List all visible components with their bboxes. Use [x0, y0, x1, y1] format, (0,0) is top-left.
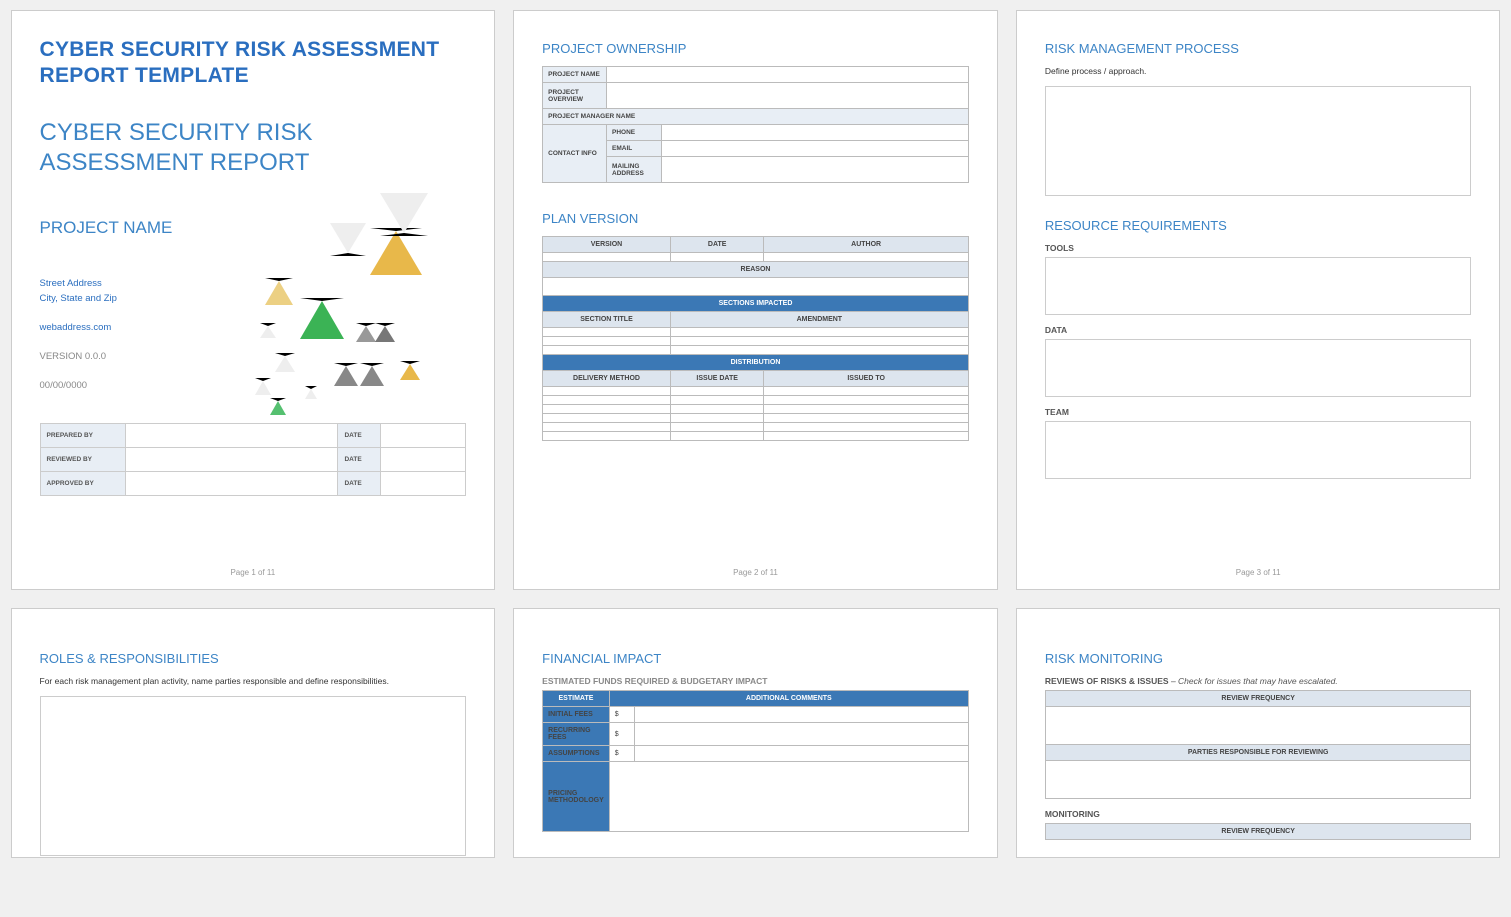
city-state-zip: City, State and Zip	[40, 291, 270, 306]
page-3: RISK MANAGEMENT PROCESS Define process /…	[1016, 10, 1501, 590]
plan-version-table: VERSION DATE AUTHOR REASON SECTIONS IMPA…	[542, 236, 969, 441]
roles-heading: ROLES & RESPONSIBILITIES	[40, 651, 467, 666]
template-title: CYBER SECURITY RISK ASSESSMENT REPORT TE…	[40, 37, 467, 90]
reviews-sub: REVIEWS OF RISKS & ISSUES – Check for is…	[1045, 676, 1472, 686]
prepared-by-label: PREPARED BY	[40, 424, 125, 448]
financial-heading: FINANCIAL IMPACT	[542, 651, 969, 666]
risk-management-body: Define process / approach.	[1045, 66, 1472, 76]
page-5: FINANCIAL IMPACT ESTIMATED FUNDS REQUIRE…	[513, 608, 998, 858]
ownership-table: PROJECT NAME PROJECT OVERVIEW PROJECT MA…	[542, 66, 969, 183]
triangle-art	[270, 218, 466, 394]
date-text: 00/00/0000	[40, 378, 270, 393]
tools-label: TOOLS	[1045, 243, 1472, 253]
roles-body: For each risk management plan activity, …	[40, 676, 467, 686]
page-6: RISK MONITORING REVIEWS OF RISKS & ISSUE…	[1016, 608, 1501, 858]
report-title: CYBER SECURITY RISK ASSESSMENT REPORT	[40, 118, 467, 178]
team-label: TEAM	[1045, 407, 1472, 417]
reviews-table: REVIEW FREQUENCY PARTIES RESPONSIBLE FOR…	[1045, 690, 1472, 799]
resource-requirements-heading: RESOURCE REQUIREMENTS	[1045, 218, 1472, 233]
reviewed-by-label: REVIEWED BY	[40, 448, 125, 472]
risk-management-heading: RISK MANAGEMENT PROCESS	[1045, 41, 1472, 56]
risk-process-box	[1045, 86, 1472, 196]
risk-monitoring-heading: RISK MONITORING	[1045, 651, 1472, 666]
project-name-heading: PROJECT NAME	[40, 218, 270, 238]
page-1: CYBER SECURITY RISK ASSESSMENT REPORT TE…	[11, 10, 496, 590]
page-footer: Page 1 of 11	[12, 568, 495, 577]
financial-sub: ESTIMATED FUNDS REQUIRED & BUDGETARY IMP…	[542, 676, 969, 686]
project-ownership-heading: PROJECT OWNERSHIP	[542, 41, 969, 56]
data-box	[1045, 339, 1472, 397]
financial-table: ESTIMATE ADDITIONAL COMMENTS INITIAL FEE…	[542, 690, 969, 832]
page-2: PROJECT OWNERSHIP PROJECT NAME PROJECT O…	[513, 10, 998, 590]
monitoring-table: REVIEW FREQUENCY	[1045, 823, 1472, 840]
date-label: DATE	[338, 424, 381, 448]
web-address: webaddress.com	[40, 320, 270, 335]
page-footer: Page 2 of 11	[514, 568, 997, 577]
approved-by-label: APPROVED BY	[40, 472, 125, 496]
data-label: DATA	[1045, 325, 1472, 335]
team-box	[1045, 421, 1472, 479]
signoff-table: PREPARED BY DATE REVIEWED BY DATE APPROV…	[40, 423, 467, 496]
monitoring-sub: MONITORING	[1045, 809, 1472, 819]
plan-version-heading: PLAN VERSION	[542, 211, 969, 226]
street-address: Street Address	[40, 276, 270, 291]
page-footer: Page 3 of 11	[1017, 568, 1500, 577]
tools-box	[1045, 257, 1472, 315]
roles-box	[40, 696, 467, 856]
version-text: VERSION 0.0.0	[40, 349, 270, 364]
page-4: ROLES & RESPONSIBILITIES For each risk m…	[11, 608, 496, 858]
